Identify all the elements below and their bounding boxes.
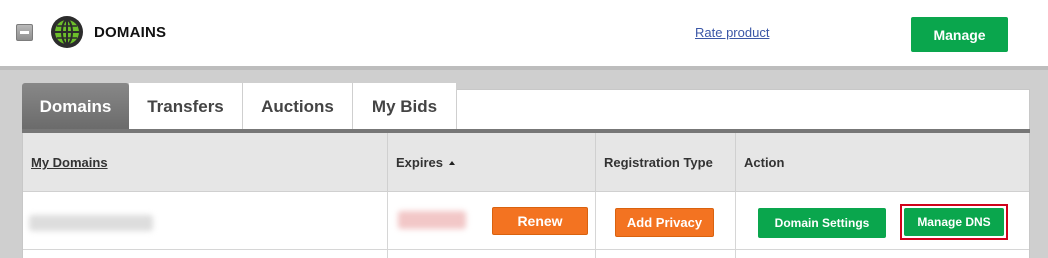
- column-expires[interactable]: Expires: [387, 133, 595, 192]
- add-privacy-button[interactable]: Add Privacy: [615, 208, 714, 237]
- manage-dns-button[interactable]: Manage DNS: [904, 208, 1004, 236]
- column-my-domains[interactable]: My Domains: [23, 133, 387, 192]
- domain-name-redacted[interactable]: [29, 215, 153, 231]
- registration-type-cell: Add Privacy: [595, 192, 735, 250]
- tab-auctions[interactable]: Auctions: [243, 83, 353, 130]
- product-header: DOMAINS Rate product Manage: [0, 0, 1048, 66]
- table-header: My Domains Expires Registration Type Act…: [23, 133, 1029, 192]
- sort-ascending-icon: [448, 161, 455, 165]
- action-cell: Domain Settings Manage DNS: [735, 192, 1029, 250]
- tab-bar: Domains Transfers Auctions My Bids: [22, 83, 457, 131]
- tab-transfers[interactable]: Transfers: [129, 83, 243, 130]
- collapse-icon[interactable]: [16, 24, 33, 41]
- column-expires-label[interactable]: Expires: [396, 155, 443, 170]
- tab-domains[interactable]: Domains: [22, 83, 129, 131]
- column-registration-type: Registration Type: [595, 133, 735, 192]
- table-row: [23, 250, 1029, 258]
- tab-my-bids[interactable]: My Bids: [353, 83, 457, 130]
- expiry-date-redacted: [398, 211, 466, 229]
- column-my-domains-label[interactable]: My Domains: [31, 155, 108, 170]
- renew-button[interactable]: Renew: [492, 207, 588, 235]
- manage-button[interactable]: Manage: [911, 17, 1008, 52]
- manage-dns-highlight: Manage DNS: [900, 204, 1008, 240]
- expires-cell: Renew: [387, 192, 595, 250]
- column-registration-type-label: Registration Type: [604, 155, 713, 170]
- globe-icon: [51, 16, 83, 48]
- column-action-label: Action: [744, 155, 785, 170]
- domain-cell: [23, 192, 387, 250]
- table-row: Renew Add Privacy Domain Settings Manage…: [23, 192, 1029, 250]
- domain-settings-button[interactable]: Domain Settings: [758, 208, 886, 238]
- page-title: DOMAINS: [94, 24, 167, 41]
- rate-product-link[interactable]: Rate product: [695, 25, 769, 40]
- column-action: Action: [735, 133, 1029, 192]
